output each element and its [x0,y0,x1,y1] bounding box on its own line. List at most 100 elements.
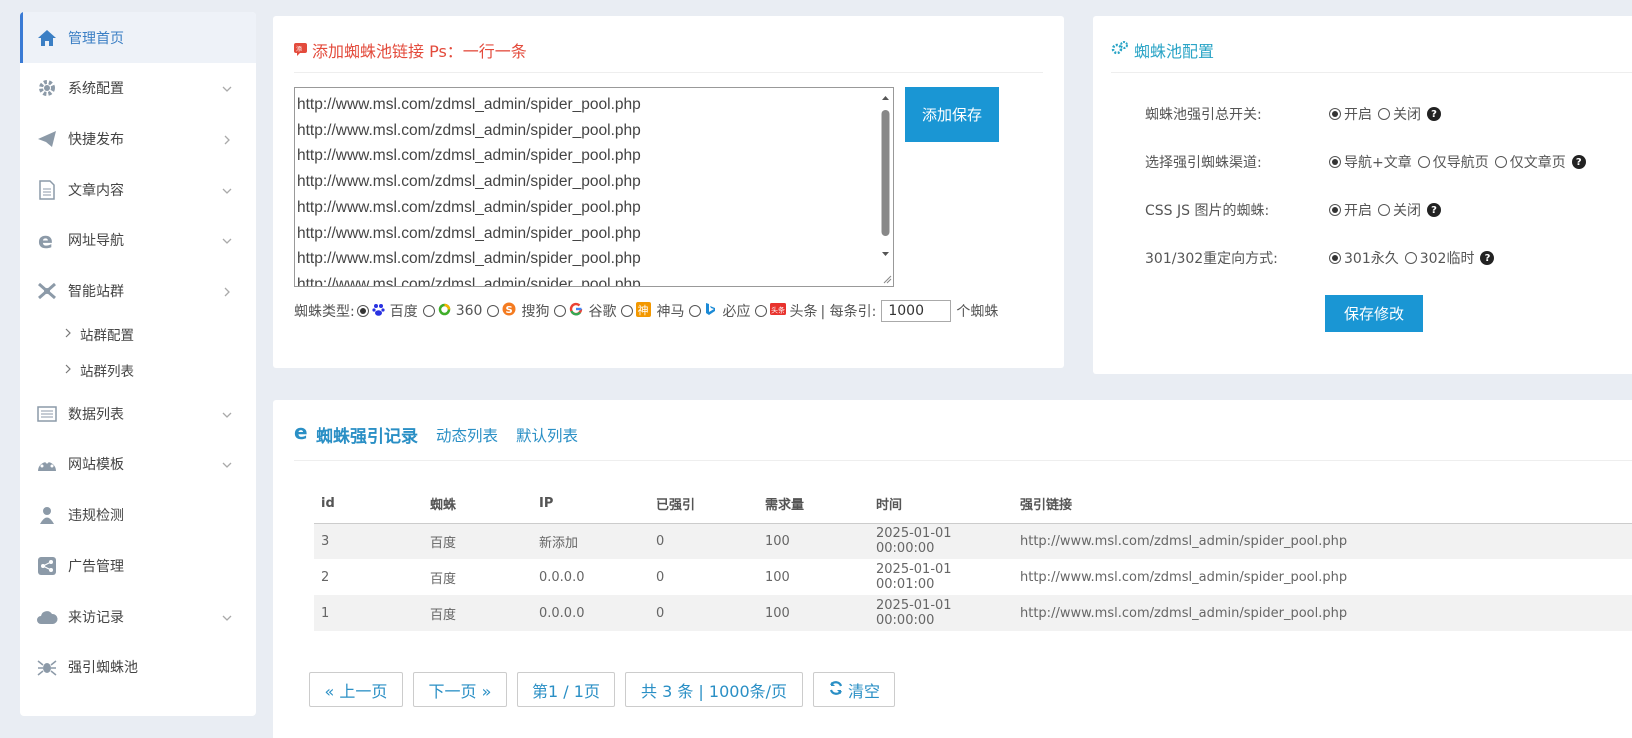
sidebar-item-articles[interactable]: 文章内容 [20,164,256,215]
help-icon[interactable]: ? [1571,155,1586,169]
option-label: 仅文章页 [1509,155,1566,171]
sitegroup-icon [36,280,58,302]
chevron-right-icon [64,326,72,342]
option-label: 关闭 [1393,203,1421,219]
cloud-icon [36,606,58,628]
google-icon [569,302,583,320]
radio-360[interactable] [422,305,435,317]
sidebar-item-label: 快捷发布 [68,132,124,149]
type-label-shenma: 神马 [656,304,685,320]
sidebar-subitem-site-list[interactable]: 站群列表 [20,352,256,388]
chevron-down-icon [222,458,232,474]
sidebar-item-visits[interactable]: 来访记录 [20,591,256,642]
table-cell: 百度 [423,595,532,631]
add-links-title: 添 添加蜘蛛池链接 Ps：一行一条 [294,38,527,62]
table-cell: 2025-01-01 00:00:00 [869,523,1013,559]
config-label: 选择强引蜘蛛渠道: [1145,155,1262,171]
save-config-button[interactable]: 保存修改 [1325,295,1423,332]
config-row-channel: 选择强引蜘蛛渠道: 导航+文章 仅导航页 仅文章页 ? [1145,152,1586,172]
type-label-sogou: 搜狗 [521,304,550,320]
radio-baidu[interactable] [356,305,369,317]
sidebar-item-ads[interactable]: 广告管理 [20,541,256,592]
next-page-button[interactable]: 下一页 » [413,672,507,707]
radio-sogou[interactable] [487,305,500,317]
option-label: 导航+文章 [1344,155,1412,171]
table-cell: 100 [765,569,790,585]
sidebar-item-label: 系统配置 [68,81,124,98]
radio-google[interactable] [554,305,567,317]
help-icon[interactable]: ? [1427,203,1441,217]
tab-default-list[interactable]: 默认列表 [516,424,578,446]
document-icon [36,179,58,201]
table-cell: http://www.msl.com/zdmsl_admin/spider_po… [1013,595,1632,631]
chevron-right-icon [222,133,232,149]
radio-master-off[interactable] [1378,108,1390,120]
tab-dynamic-list[interactable]: 动态列表 [436,424,498,446]
sidebar-item-spider-pool[interactable]: 强引蜘蛛池 [20,642,256,693]
radio-static-on[interactable] [1329,204,1341,216]
spider-log-table: id 蜘蛛 IP 已强引 需求量 时间 强引链接 3 百度 新添加 0 100 … [314,485,1632,631]
svg-text:e: e [294,423,308,441]
sidebar-subitem-label: 站群列表 [80,364,134,381]
radio-shenma[interactable] [621,305,634,317]
textarea-scrollbar[interactable] [878,88,893,286]
radio-channel-nav-article[interactable] [1329,156,1341,168]
clear-button[interactable]: 清空 [813,672,895,707]
table-cell: 2025-01-01 00:00:00 [869,595,1013,631]
add-save-button[interactable]: 添加保存 [905,87,999,142]
clear-button-label: 清空 [847,681,880,701]
sidebar-item-label: 违规检测 [68,508,124,525]
sidebar-item-home[interactable]: 管理首页 [20,12,256,63]
radio-channel-article-only[interactable] [1494,156,1507,168]
table-cell: 0 [649,595,758,631]
svg-text:添: 添 [296,45,302,53]
per-count-label: | 每条引: [820,304,877,320]
palette-icon [36,453,58,475]
sidebar-item-templates[interactable]: 网站模板 [20,439,256,490]
config-label: 蜘蛛池强引总开关: [1145,107,1262,123]
log-tabs: e 蜘蛛强引记录 动态列表 默认列表 [294,420,578,447]
table-cell: 0.0.0.0 [539,569,585,585]
table-cell: http://www.msl.com/zdmsl_admin/spider_po… [1013,523,1632,559]
per-count-input[interactable]: 1000 [881,300,952,322]
sidebar-item-url-nav[interactable]: e 网址导航 [20,215,256,266]
links-textarea[interactable] [294,87,894,287]
option-label: 关闭 [1393,107,1421,123]
comment-icon: 添 [294,41,307,60]
sidebar-item-label: 文章内容 [68,182,124,199]
divider [1111,72,1632,73]
sidebar-item-site-group[interactable]: 智能站群 [20,266,256,317]
spider-icon [36,656,58,678]
column-header: IP [532,485,649,524]
svg-text:神: 神 [638,303,649,317]
column-header: 已强引 [649,485,758,524]
type-label-bing: 必应 [722,304,751,320]
tab-spider-log[interactable]: e 蜘蛛强引记录 [294,420,418,447]
shenma-icon: 神 [636,301,652,321]
radio-redirect-301[interactable] [1329,252,1341,264]
chevron-down-icon [222,611,232,627]
radio-master-on[interactable] [1329,108,1341,120]
sidebar-item-violation-check[interactable]: 违规检测 [20,490,256,541]
chevron-down-icon [222,408,232,424]
sidebar-subitem-site-config[interactable]: 站群配置 [20,316,256,352]
radio-toutiao[interactable] [755,305,768,317]
radio-static-off[interactable] [1378,204,1390,216]
config-title-text: 蜘蛛池配置 [1134,42,1215,61]
radio-redirect-302[interactable] [1404,252,1417,264]
home-icon [36,27,58,49]
svg-text:S: S [506,305,513,316]
help-icon[interactable]: ? [1427,107,1441,121]
gears-icon [1111,40,1129,60]
sidebar-item-label: 来访记录 [68,609,124,626]
help-icon[interactable]: ? [1480,251,1495,265]
prev-page-button[interactable]: « 上一页 [309,672,403,707]
sidebar-item-system[interactable]: 系统配置 [20,63,256,114]
radio-bing[interactable] [689,305,702,317]
sidebar-item-data-list[interactable]: 数据列表 [20,388,256,439]
config-row-master-switch: 蜘蛛池强引总开关: 开启 关闭 ? [1145,104,1441,124]
option-label: 开启 [1344,203,1372,219]
sidebar-item-quick-publish[interactable]: 快捷发布 [20,114,256,165]
type-label-baidu: 百度 [389,304,418,320]
radio-channel-nav-only[interactable] [1417,156,1430,168]
